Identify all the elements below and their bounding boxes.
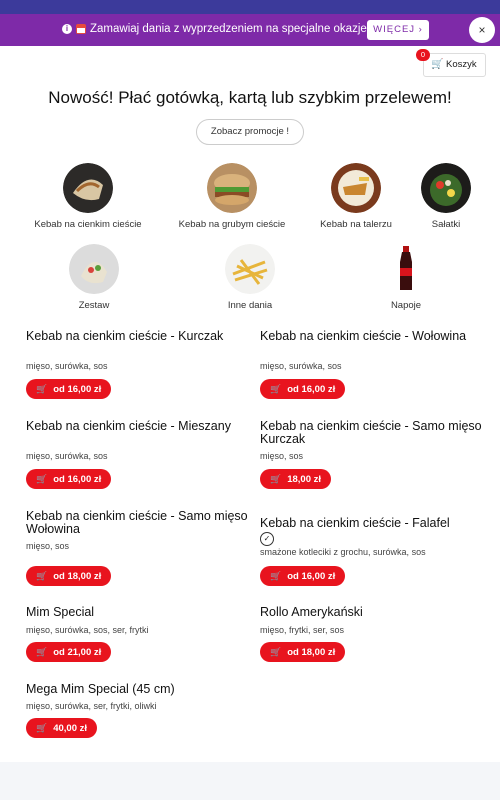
cart-icon: 🛒 xyxy=(270,384,282,394)
item-description: mięso, frytki, ser, sos xyxy=(260,625,345,635)
item-name: Kebab na cienkim cieście - Samo mięso Ku… xyxy=(260,419,482,446)
category-label: Inne dania xyxy=(227,300,273,311)
cart-label: Koszyk xyxy=(446,59,477,70)
category-drinks[interactable]: Napoje xyxy=(346,244,466,311)
category-set[interactable]: Zestaw xyxy=(34,244,154,311)
cart-icon: 🛒 xyxy=(36,723,48,733)
item-name: Mega Mim Special (45 cm) xyxy=(26,682,175,696)
category-label: Sałatki xyxy=(431,219,461,230)
category-label: Zestaw xyxy=(78,300,110,311)
kebab-plate-image xyxy=(331,163,381,213)
vegetarian-icon: ✓ xyxy=(260,532,274,546)
item-name: Mim Special xyxy=(26,605,95,619)
price-label: od 21,00 zł xyxy=(53,647,102,658)
price-button[interactable]: 🛒 od 16,00 zł xyxy=(26,379,112,399)
price-button[interactable]: 🛒 od 16,00 zł xyxy=(26,469,112,489)
close-button[interactable]: × xyxy=(469,17,495,43)
promotions-button[interactable]: Zobacz promocje ! xyxy=(196,119,304,145)
menu-item[interactable]: Kebab na cienkim cieście - Kurczak mięso… xyxy=(26,329,256,399)
kebab-thin-image xyxy=(63,163,113,213)
price-label: 40,00 zł xyxy=(53,723,88,734)
close-icon: × xyxy=(478,23,486,37)
item-description: mięso, sos xyxy=(26,541,70,551)
menu-item[interactable]: Kebab na cienkim cieście - Samo mięso Ku… xyxy=(260,419,490,489)
price-button[interactable]: 🛒 od 21,00 zł xyxy=(26,642,112,662)
item-name: Kebab na cienkim cieście - Mieszany xyxy=(26,419,231,433)
cart-icon: 🛒 xyxy=(36,571,48,581)
item-description: smażone kotleciki z grochu, surówka, sos xyxy=(260,547,426,557)
page-title: Nowość! Płać gotówką, kartą lub szybkim … xyxy=(48,88,452,107)
item-name: Rollo Amerykański xyxy=(260,605,363,619)
info-icon: i xyxy=(62,24,72,34)
price-label: od 16,00 zł xyxy=(53,384,102,395)
price-label: od 16,00 zł xyxy=(287,571,336,582)
cart-icon: 🛒 xyxy=(36,647,48,657)
fries-image xyxy=(225,244,275,294)
price-button[interactable]: 🛒 od 16,00 zł xyxy=(260,379,346,399)
salad-image xyxy=(421,163,471,213)
price-button[interactable]: 🛒 od 16,00 zł xyxy=(260,566,346,586)
item-description: mięso, surówka, sos xyxy=(260,361,342,371)
category-salads[interactable]: Sałatki xyxy=(386,163,500,230)
price-label: od 16,00 zł xyxy=(53,474,102,485)
cart-icon: 🛒 xyxy=(270,474,282,484)
item-description: mięso, surówka, sos xyxy=(26,361,108,371)
calendar-icon xyxy=(76,24,86,34)
price-button[interactable]: 🛒 od 18,00 zł xyxy=(26,566,112,586)
menu-item[interactable]: Mega Mim Special (45 cm) mięso, surówka,… xyxy=(26,682,256,738)
menu-item[interactable]: Kebab na cienkim cieście - Samo mięso Wo… xyxy=(26,509,256,586)
price-button[interactable]: 🛒 18,00 zł xyxy=(260,469,332,489)
category-other-dishes[interactable]: Inne dania xyxy=(190,244,310,311)
menu-item[interactable]: Kebab na cienkim cieście - Falafel ✓ sma… xyxy=(260,516,490,586)
price-button[interactable]: 🛒 40,00 zł xyxy=(26,718,98,738)
cart-button[interactable]: 🛒 Koszyk xyxy=(423,53,486,77)
more-button[interactable]: WIĘCEJ › xyxy=(367,20,429,40)
category-kebab-thick[interactable]: Kebab na grubym cieście xyxy=(172,163,292,230)
cart-icon: 🛒 xyxy=(431,59,444,70)
price-label: 18,00 zł xyxy=(287,474,322,485)
price-button[interactable]: 🛒 od 18,00 zł xyxy=(260,642,346,662)
menu-item[interactable]: Kebab na cienkim cieście - Wołowina mięs… xyxy=(260,329,490,399)
price-label: od 16,00 zł xyxy=(287,384,336,395)
menu-item[interactable]: Mim Special mięso, surówka, sos, ser, fr… xyxy=(26,605,256,662)
promo-message: i Zamawiaj dania z wyprzedzeniem na spec… xyxy=(62,23,370,35)
menu-item[interactable]: Kebab na cienkim cieście - Mieszany mięs… xyxy=(26,419,256,489)
set-image xyxy=(69,244,119,294)
price-label: od 18,00 zł xyxy=(287,647,336,658)
cart-icon: 🛒 xyxy=(270,571,282,581)
price-label: od 18,00 zł xyxy=(53,571,102,582)
top-strip xyxy=(0,0,500,14)
menu-item[interactable]: Rollo Amerykański mięso, frytki, ser, so… xyxy=(260,605,490,662)
cart-icon: 🛒 xyxy=(36,384,48,394)
cola-bottle-image xyxy=(381,244,431,294)
kebab-thick-image xyxy=(207,163,257,213)
category-label: Kebab na cienkim cieście xyxy=(34,219,142,230)
category-kebab-thin[interactable]: Kebab na cienkim cieście xyxy=(28,163,148,230)
category-label: Kebab na grubym cieście xyxy=(178,219,286,230)
cart-icon: 🛒 xyxy=(36,474,48,484)
item-description: mięso, sos xyxy=(260,451,304,461)
category-label: Napoje xyxy=(390,300,422,311)
item-description: mięso, surówka, ser, frytki, oliwki xyxy=(26,701,157,711)
item-description: mięso, surówka, sos, ser, frytki xyxy=(26,625,149,635)
item-name: Kebab na cienkim cieście - Kurczak xyxy=(26,329,224,343)
item-name: Kebab na cienkim cieście - Wołowina xyxy=(260,329,467,343)
cart-icon: 🛒 xyxy=(270,647,282,657)
item-description: mięso, surówka, sos xyxy=(26,451,108,461)
item-name: Kebab na cienkim cieście - Samo mięso Wo… xyxy=(26,509,248,536)
item-name: Kebab na cienkim cieście - Falafel xyxy=(260,516,450,530)
promo-text: Zamawiaj dania z wyprzedzeniem na specja… xyxy=(90,23,370,35)
cart-count-badge: 0 xyxy=(416,49,430,61)
